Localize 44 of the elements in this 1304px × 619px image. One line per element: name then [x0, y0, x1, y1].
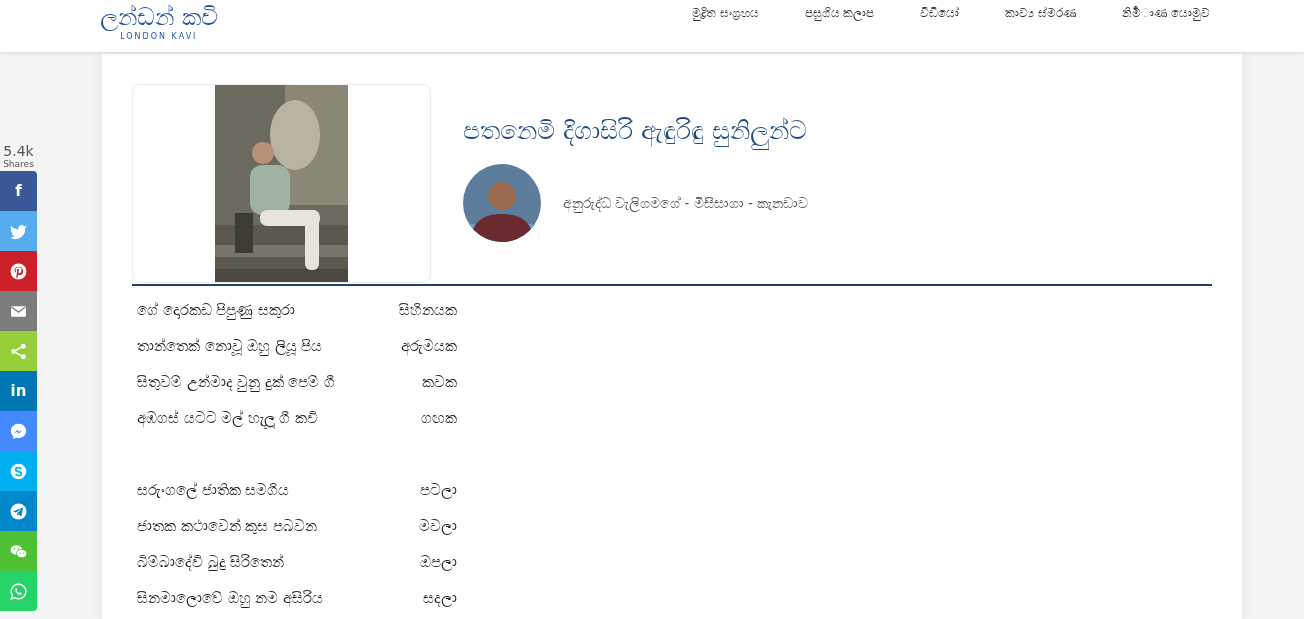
site-logo[interactable]: ලන්ඩන් කවි LONDON KAVI [100, 0, 218, 42]
linkedin-share-button[interactable]: in [0, 371, 37, 411]
share-count: 5.4k [3, 144, 34, 159]
nav-link[interactable]: වීඩියෝ [912, 6, 968, 20]
author-byline: අනුරුද්ධ වැලිගමගේ - මිසිසාගා - කැනඩාව [563, 194, 809, 212]
twitter-share-button[interactable] [0, 211, 37, 251]
nav-link[interactable]: කාව්‍ය ස්මරණ [997, 6, 1085, 20]
poem-line-ending: පටලා [420, 482, 457, 499]
poem-line: සරුංගලේ ජාතික සමගිය [137, 482, 290, 499]
poem-line-ending: අරුමයක [401, 338, 457, 355]
telegram-share-button[interactable] [0, 491, 37, 531]
whatsapp-icon [10, 582, 27, 600]
whatsapp-share-button[interactable] [0, 571, 37, 611]
twitter-icon [10, 222, 27, 240]
poem-line-ending: ගඟක [421, 410, 457, 427]
nav-link[interactable]: නිමර්‍ාණ යොමුව [1114, 6, 1218, 20]
skype-icon [10, 462, 27, 480]
poem-line: සිනමාලොවේ ඔහු නම අසිරිය [137, 590, 323, 607]
wechat-share-button[interactable] [0, 531, 37, 571]
poem-line: ජාතක කථාවෙන් කුස පබවන [137, 518, 317, 535]
poem-line-ending: සිහිනයක [399, 302, 457, 319]
nav-link[interactable]: මුද්‍රිත සංග්‍රහය [683, 6, 767, 20]
poem-line: අඹගස් යටට මල් හැලූ ගී කවි [137, 410, 319, 427]
poem-line-ending: මවලා [419, 518, 457, 535]
poem-line-ending: සදලා [423, 590, 457, 607]
poem-line: තාන්තෙක් නොවූ ඔහු ලියූ පිය [137, 338, 323, 355]
share-icon [10, 342, 27, 360]
email-share-button[interactable] [0, 291, 37, 331]
facebook-share-button[interactable]: f [0, 171, 37, 211]
skype-share-button[interactable] [0, 451, 37, 491]
pinterest-icon [10, 262, 27, 280]
pinterest-share-button[interactable] [0, 251, 37, 291]
wechat-icon [10, 542, 27, 560]
poem-line: බිම්බාදේවි බුදු සිරිතෙන් [137, 554, 285, 571]
messenger-share-button[interactable] [0, 411, 37, 451]
share-share-button[interactable] [0, 331, 37, 371]
poem-line-ending: ඔපලා [420, 554, 457, 571]
messenger-icon [10, 422, 27, 440]
telegram-icon [10, 502, 27, 520]
poem-line-ending: කවක [422, 374, 457, 391]
poem-line: සිතුවම් උන්මාද වුනු දුක් පෙම් ගී [137, 374, 336, 391]
poem-line: ගේ දොරකඩ පිපුණු සකුරා [137, 302, 295, 319]
nav-link[interactable]: පසුගිය කලාප [796, 6, 883, 20]
share-label: Shares [3, 159, 34, 169]
